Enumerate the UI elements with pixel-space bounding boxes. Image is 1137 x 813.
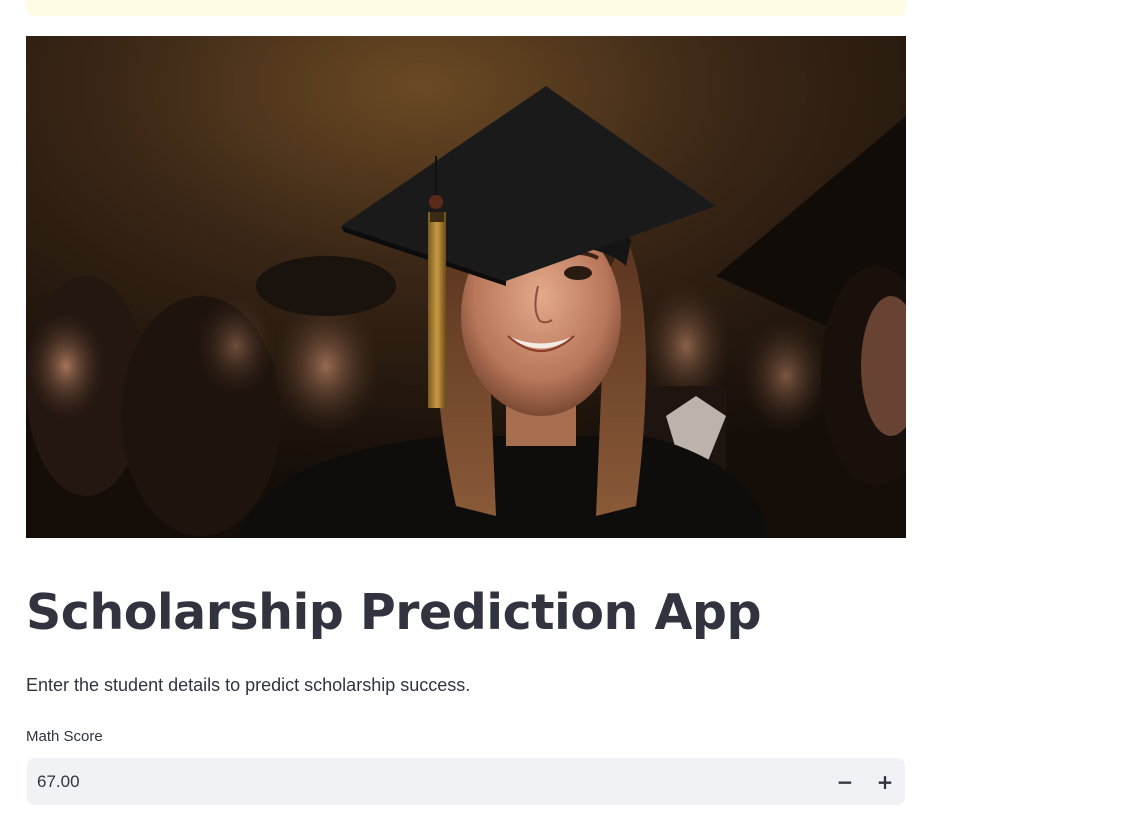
math-score-label: Math Score xyxy=(26,728,103,745)
math-score-input[interactable] xyxy=(27,758,825,805)
math-score-stepper: − + xyxy=(27,758,905,805)
decrement-button[interactable]: − xyxy=(825,758,865,805)
page-title: Scholarship Prediction App xyxy=(26,584,762,641)
hero-image xyxy=(26,36,906,538)
alert-box-edge xyxy=(26,0,906,16)
increment-button[interactable]: + xyxy=(865,758,905,805)
app-main: Scholarship Prediction App Enter the stu… xyxy=(0,0,1137,813)
page-subtitle: Enter the student details to predict sch… xyxy=(26,675,471,695)
plus-icon: + xyxy=(876,769,894,794)
minus-icon: − xyxy=(836,769,854,794)
